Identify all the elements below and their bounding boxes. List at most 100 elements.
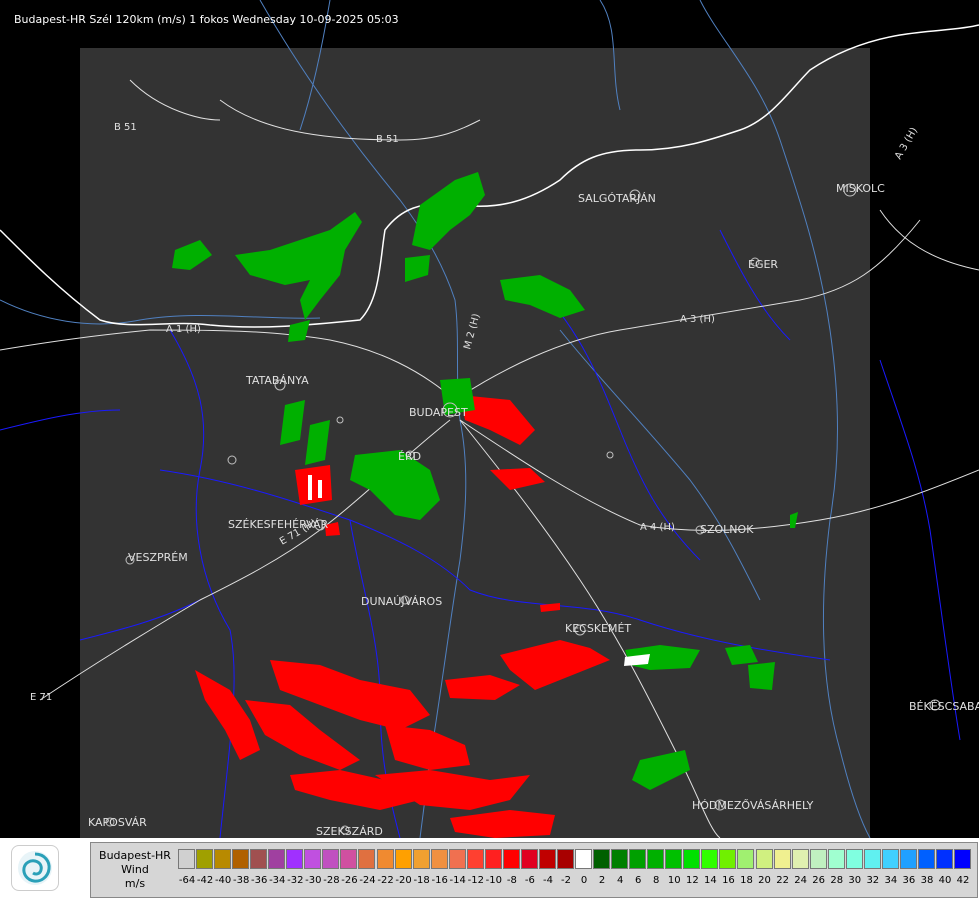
legend-swatch [268,849,286,869]
legend-swatch [340,849,358,869]
legend-swatch [286,849,304,869]
legend-swatch [196,849,214,869]
place-label: SZÉKESFEHÉRVÁR [228,518,329,531]
legend-tick-label: 42 [956,875,970,886]
place-label: SALGÓTARJÁN [578,192,656,205]
legend-tick-label: 6 [635,875,642,886]
legend-swatch [556,849,574,869]
legend-tick-label: 18 [740,875,753,886]
legend-tick-label: -24 [359,875,376,886]
legend-swatch [304,849,322,869]
legend-tick-label: -20 [395,875,412,886]
legend-tick-label: 40 [938,875,952,886]
legend-swatch [575,849,593,869]
legend-swatch [593,849,611,869]
legend-swatch [881,849,899,869]
legend-swatch [250,849,268,869]
legend-tick-label: -2 [561,875,571,886]
legend-ticks: -64 -42 -40 -38 -36 -34 -32 -30 -28 -26 -24 -22 -20-… [178,875,972,886]
place-label: BUDAPEST [409,406,468,419]
legend-swatch [611,849,629,869]
legend-swatch [701,849,719,869]
map-title: Budapest-HR Szél 120km (m/s) 1 fokos Wed… [14,13,399,26]
legend-swatch [232,849,250,869]
place-label: SZEKSZÁRD [316,825,383,838]
legend-tick-label: -32 [287,875,304,886]
legend-tick-label: 20 [758,875,771,886]
legend-tick-label: 12 [685,875,699,886]
legend-swatch [484,849,502,869]
legend-tick-label: 38 [920,875,934,886]
legend-tick-label: -22 [377,875,394,886]
legend-tick-label: -12 [467,875,484,886]
legend-tick-label: 30 [848,875,862,886]
legend-swatch [394,849,412,869]
legend-tick-label: -64 [178,875,196,886]
legend-swatch [791,849,809,869]
place-label: DUNAÚJVÁROS [361,595,442,608]
legend-tick-label: -16 [431,875,448,886]
legend-tick-label: -18 [413,875,430,886]
legend-title-line1: Budapest-HR [99,849,171,862]
svg-text:A 4 (H): A 4 (H) [640,522,675,533]
legend-tick-label: -30 [305,875,322,886]
legend-tick-label: 10 [667,875,681,886]
place-label: KAPOSVÁR [88,816,147,829]
place-label: MISKOLC [836,182,885,195]
legend-tick-label: 32 [866,875,880,886]
legend-tick-label: -40 [214,875,232,886]
place-label: EGER [748,258,778,271]
legend-tick-label: 16 [722,875,735,886]
legend-swatch [665,849,683,869]
place-label: SZOLNOK [700,523,754,536]
legend-swatch [214,849,232,869]
legend-tick-label: 4 [616,875,624,886]
legend-swatch [935,849,953,869]
legend-swatch [502,849,520,869]
legend-swatch [430,849,448,869]
swirl-logo-icon [18,851,52,885]
legend-tick-label: -28 [323,875,340,886]
radar-map: B 51 B 51 A 1 (H) M 2 (H) A 3 (H) A 3 (H… [0,0,979,838]
svg-text:B 51: B 51 [376,134,399,145]
svg-text:A 3 (H): A 3 (H) [680,314,715,325]
legend-swatch [737,849,755,869]
legend-swatch [809,849,827,869]
legend-tick-label: 14 [704,875,717,886]
legend-swatch [322,849,340,869]
legend-title-line3: m/s [124,877,146,890]
legend-tick-label: 2 [598,875,606,886]
legend-swatch [827,849,845,869]
legend-swatch [917,849,935,869]
legend-tick-label: 28 [830,875,844,886]
legend-swatch [358,849,376,869]
place-label: HÓDMEZŐVÁSÁRHELY [692,798,814,812]
legend-tick-label: -14 [449,875,466,886]
legend-tick-label: 36 [902,875,916,886]
legend-tick-label: -42 [196,875,214,886]
legend-swatch [719,849,737,869]
legend-swatch [466,849,484,869]
legend-tick-label: 8 [653,875,660,886]
legend-tick-label: 22 [776,875,789,886]
legend-tick-label: 26 [812,875,826,886]
legend-tick-label: -10 [485,875,502,886]
legend-tick-label: -6 [524,875,535,886]
place-label: ÉRD [398,450,421,463]
legend-swatch [683,849,701,869]
place-label: BÉKÉSCSABA [909,700,979,713]
legend-swatch [755,849,773,869]
legend-swatch [538,849,556,869]
legend-swatch [412,849,430,869]
legend-swatch [863,849,881,869]
place-label: TATABÁNYA [245,374,309,387]
legend-swatch [899,849,917,869]
legend-tick-label: -26 [341,875,358,886]
legend-tick-label: -8 [506,875,517,886]
color-legend: Budapest-HR Wind m/s -64 -42 -40 -38 -36 -34-… [90,842,978,898]
legend-tick-label: -34 [269,875,286,886]
svg-text:B 51: B 51 [114,122,137,133]
legend-swatch [845,849,863,869]
legend-tick-label: 0 [580,875,588,886]
svg-text:E 71: E 71 [30,692,52,703]
